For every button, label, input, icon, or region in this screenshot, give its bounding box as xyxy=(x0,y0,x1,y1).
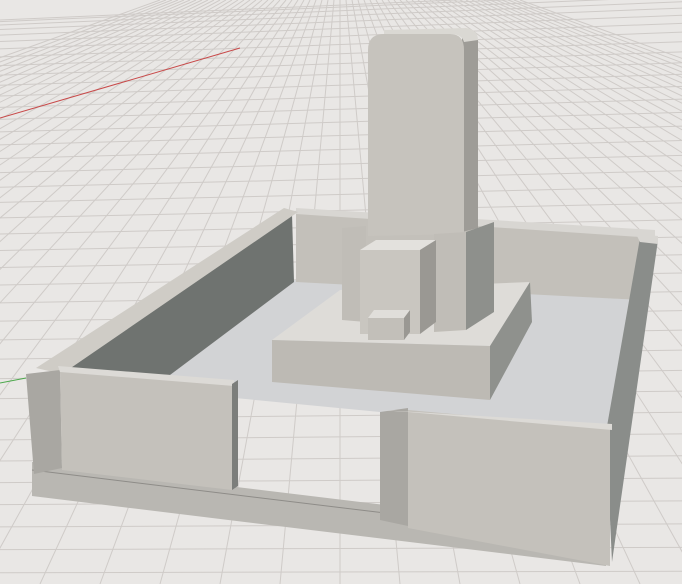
x-axis-line xyxy=(0,47,241,119)
front-right-wall-side xyxy=(380,408,408,526)
grid-line xyxy=(0,154,682,174)
front-left-wall-side xyxy=(26,370,62,474)
monument-side xyxy=(462,36,478,232)
incense-holder xyxy=(368,318,404,340)
grid-line xyxy=(0,62,682,86)
front-left-wall xyxy=(60,370,232,490)
grid-line xyxy=(0,98,682,120)
right-vase xyxy=(434,232,466,332)
grid-line xyxy=(0,570,682,574)
3d-viewport[interactable] xyxy=(0,0,682,584)
monument-front xyxy=(368,34,464,236)
grid-line xyxy=(0,170,682,188)
